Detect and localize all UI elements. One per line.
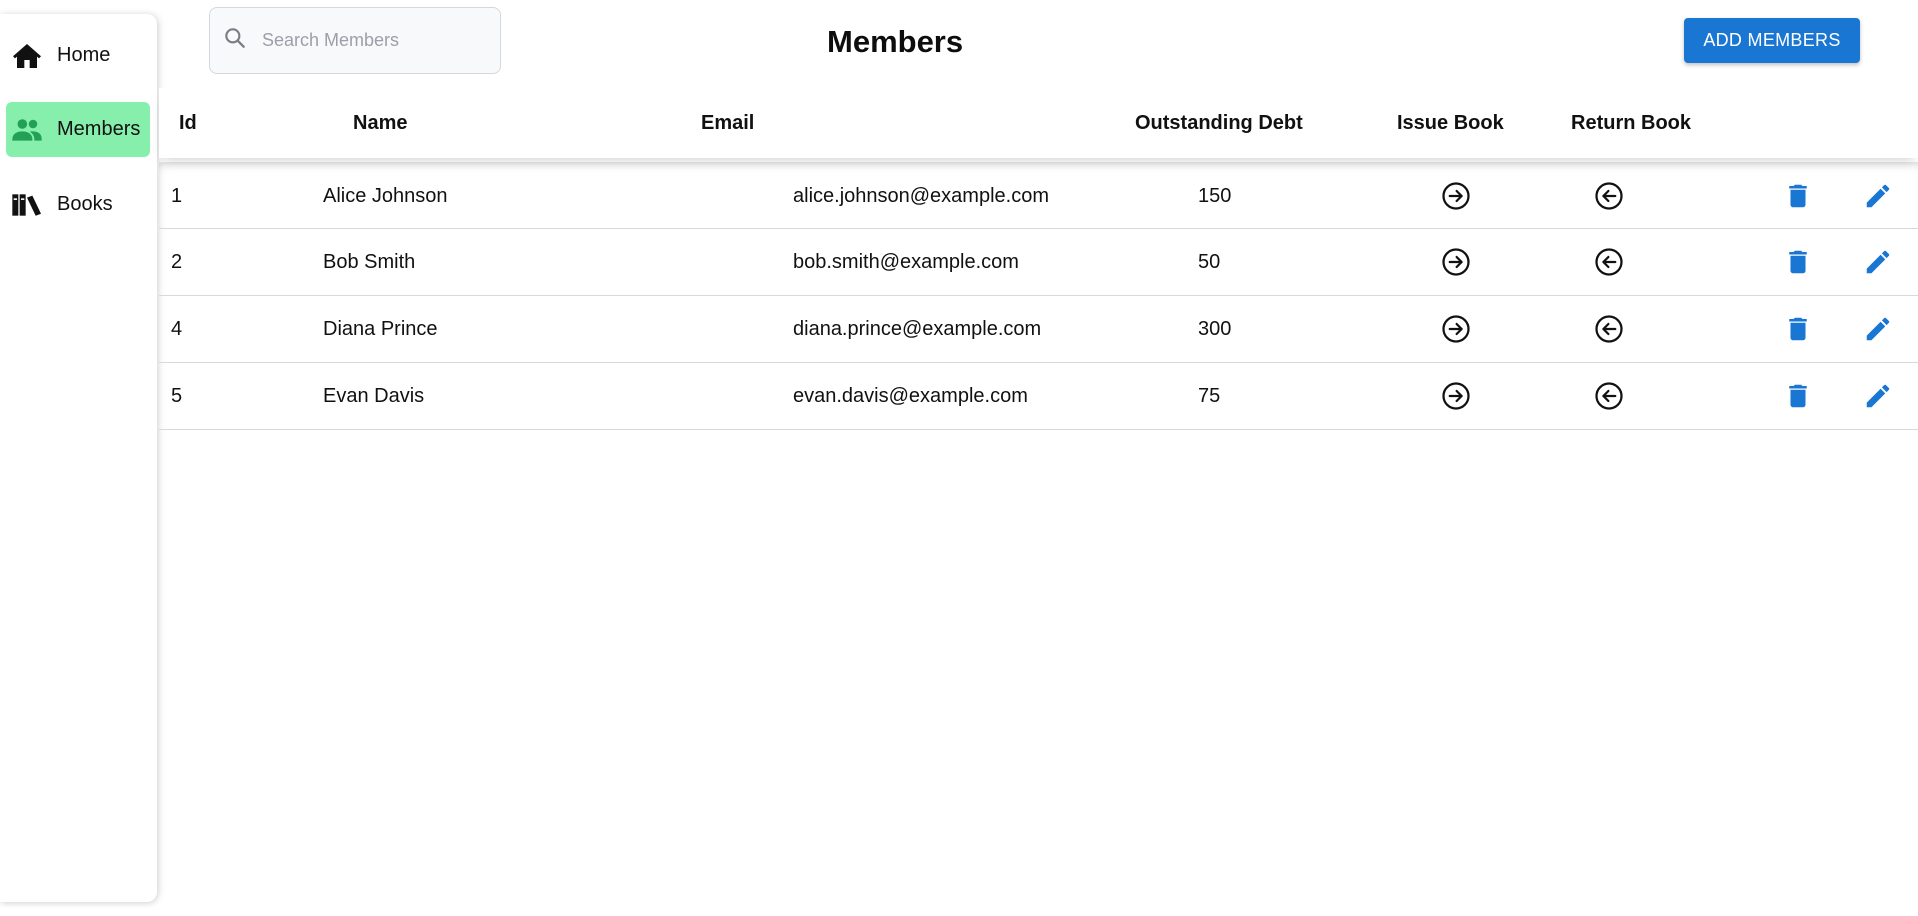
home-icon (11, 38, 47, 74)
column-header-id: Id (179, 111, 197, 134)
cell-name: Bob Smith (323, 251, 416, 273)
edit-button[interactable] (1861, 379, 1895, 413)
edit-button[interactable] (1861, 179, 1895, 213)
sidebar-item-label: Home (57, 44, 111, 66)
column-header-name: Name (353, 111, 408, 134)
edit-button[interactable] (1861, 245, 1895, 279)
column-header-outstanding-debt: Outstanding Debt (1135, 111, 1303, 134)
sidebar-item-books[interactable]: Books (6, 177, 150, 232)
trash-icon (1789, 250, 1807, 274)
cell-debt: 50 (1198, 251, 1221, 273)
cell-debt: 150 (1198, 185, 1232, 207)
search-box (209, 7, 501, 74)
return-book-button[interactable] (1592, 312, 1626, 346)
cell-email: alice.johnson@example.com (793, 185, 1049, 207)
arrow-right-circle-icon (1442, 382, 1470, 410)
issue-book-button[interactable] (1439, 179, 1473, 213)
delete-button[interactable] (1781, 379, 1815, 413)
search-icon (222, 25, 248, 56)
edit-button[interactable] (1861, 312, 1895, 346)
cell-id: 2 (171, 251, 183, 273)
delete-button[interactable] (1781, 179, 1815, 213)
table-row: 4 Diana Prince diana.prince@example.com … (159, 296, 1918, 363)
table-row: 5 Evan Davis evan.davis@example.com 75 (159, 363, 1918, 430)
delete-button[interactable] (1781, 312, 1815, 346)
cell-debt: 300 (1198, 318, 1232, 340)
sidebar-item-label: Members (57, 118, 141, 140)
cell-id: 4 (171, 318, 183, 340)
sidebar-item-home[interactable]: Home (6, 28, 150, 83)
return-book-button[interactable] (1592, 179, 1626, 213)
table-body: 1 Alice Johnson alice.johnson@example.co… (159, 162, 1918, 430)
pencil-icon (1866, 250, 1890, 274)
arrow-left-circle-icon (1595, 248, 1623, 276)
people-icon (11, 112, 47, 148)
sidebar-item-label: Books (57, 193, 113, 215)
table-header: Id Name Email Outstanding Debt Issue Boo… (159, 88, 1918, 158)
cell-id: 5 (171, 385, 183, 407)
add-members-button[interactable]: ADD MEMBERS (1684, 18, 1860, 63)
cell-email: evan.davis@example.com (793, 385, 1028, 407)
page-title: Members (827, 24, 964, 59)
trash-icon (1789, 384, 1807, 408)
books-icon (11, 187, 47, 223)
cell-debt: 75 (1198, 385, 1221, 407)
sidebar: Home Members Books (0, 14, 157, 902)
pencil-icon (1866, 384, 1890, 408)
arrow-left-circle-icon (1595, 182, 1623, 210)
cell-name: Alice Johnson (323, 185, 448, 207)
sidebar-item-members[interactable]: Members (6, 102, 150, 157)
cell-email: diana.prince@example.com (793, 318, 1042, 340)
column-header-email: Email (701, 111, 755, 134)
pencil-icon (1866, 184, 1890, 208)
trash-icon (1789, 317, 1807, 341)
cell-name: Evan Davis (323, 385, 425, 407)
cell-email: bob.smith@example.com (793, 251, 1019, 273)
search-input[interactable] (262, 30, 482, 51)
trash-icon (1789, 184, 1807, 208)
cell-id: 1 (171, 185, 183, 207)
pencil-icon (1866, 317, 1890, 341)
cell-name: Diana Prince (323, 318, 438, 340)
table-row: 1 Alice Johnson alice.johnson@example.co… (159, 162, 1918, 229)
arrow-left-circle-icon (1595, 315, 1623, 343)
return-book-button[interactable] (1592, 245, 1626, 279)
issue-book-button[interactable] (1439, 379, 1473, 413)
delete-button[interactable] (1781, 245, 1815, 279)
arrow-left-circle-icon (1595, 382, 1623, 410)
column-header-return-book: Return Book (1571, 111, 1691, 134)
table-row: 2 Bob Smith bob.smith@example.com 50 (159, 229, 1918, 296)
arrow-right-circle-icon (1442, 182, 1470, 210)
arrow-right-circle-icon (1442, 315, 1470, 343)
issue-book-button[interactable] (1439, 312, 1473, 346)
arrow-right-circle-icon (1442, 248, 1470, 276)
return-book-button[interactable] (1592, 379, 1626, 413)
issue-book-button[interactable] (1439, 245, 1473, 279)
column-header-issue-book: Issue Book (1397, 111, 1504, 134)
